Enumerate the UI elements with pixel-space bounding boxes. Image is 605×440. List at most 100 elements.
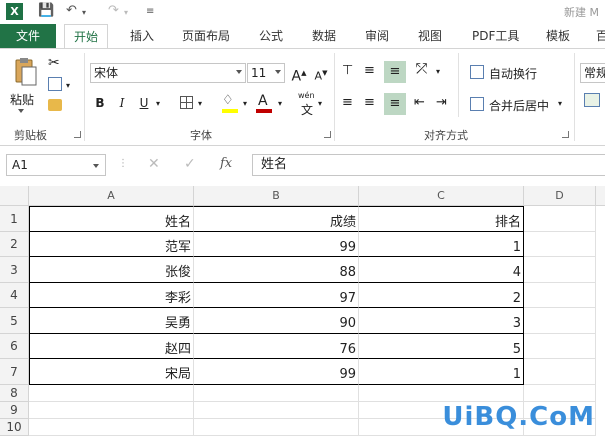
accounting-format-icon[interactable] — [584, 93, 600, 107]
cell-a5[interactable]: 吴勇 — [29, 308, 194, 334]
cell-c3[interactable]: 4 — [359, 257, 524, 283]
borders-dropdown-icon[interactable]: ▾ — [198, 99, 202, 108]
align-bottom-icon[interactable]: ≡ — [384, 61, 406, 83]
cell-b3[interactable]: 88 — [194, 257, 359, 283]
fill-color-icon[interactable]: ♢ — [222, 93, 234, 108]
cell-a3[interactable]: 张俊 — [29, 257, 194, 283]
row-header[interactable]: 6 — [0, 334, 29, 359]
cell-c5[interactable]: 3 — [359, 308, 524, 334]
cell-b9[interactable] — [194, 402, 359, 419]
increase-indent-icon[interactable]: ⇥ — [436, 95, 447, 110]
cell-c1[interactable]: 排名 — [359, 206, 524, 232]
cell-d6[interactable] — [524, 334, 596, 359]
cell-b6[interactable]: 76 — [194, 334, 359, 359]
italic-button[interactable]: I — [114, 93, 130, 113]
row-header[interactable]: 3 — [0, 257, 29, 283]
enter-icon[interactable]: ✓ — [184, 156, 196, 172]
tab-pdf[interactable]: PDF工具 — [472, 24, 519, 48]
underline-dropdown-icon[interactable]: ▾ — [156, 99, 160, 108]
undo-icon[interactable]: ↶ — [66, 3, 77, 18]
cell-a7[interactable]: 宋局 — [29, 359, 194, 385]
tab-home[interactable]: 开始 — [64, 24, 108, 48]
cell-b5[interactable]: 90 — [194, 308, 359, 334]
cell-d5[interactable] — [524, 308, 596, 334]
font-color-icon[interactable]: A — [258, 93, 268, 109]
merge-dropdown-icon[interactable]: ▾ — [558, 99, 562, 108]
copy-icon[interactable] — [48, 77, 62, 91]
cell-b10[interactable] — [194, 419, 359, 436]
paste-dropdown-icon[interactable] — [18, 109, 24, 113]
cell-a8[interactable] — [29, 385, 194, 402]
redo-icon[interactable]: ↷ — [108, 3, 119, 18]
cell-d3[interactable] — [524, 257, 596, 283]
borders-icon[interactable] — [180, 96, 193, 109]
align-right-icon[interactable]: ≡ — [384, 93, 406, 115]
phonetic-button[interactable]: 文 — [301, 101, 313, 118]
cell-c7[interactable]: 1 — [359, 359, 524, 385]
tab-data[interactable]: 数据 — [312, 24, 336, 48]
row-header[interactable]: 9 — [0, 402, 29, 419]
cell-b4[interactable]: 97 — [194, 283, 359, 308]
column-header-b[interactable]: B — [194, 186, 359, 206]
insert-function-icon[interactable]: fx — [220, 156, 232, 171]
name-box[interactable]: A1 — [6, 154, 106, 176]
cell-b2[interactable]: 99 — [194, 232, 359, 257]
cell-d1[interactable] — [524, 206, 596, 232]
tab-file[interactable]: 文件 — [0, 24, 56, 48]
merge-center-button[interactable]: 合并后居中 — [489, 97, 549, 114]
clipboard-dialog-launcher[interactable] — [74, 131, 81, 138]
column-header-e[interactable] — [596, 186, 605, 206]
column-header-c[interactable]: C — [359, 186, 524, 206]
alignment-dialog-launcher[interactable] — [562, 131, 569, 138]
cell-a2[interactable]: 范军 — [29, 232, 194, 257]
cell-a6[interactable]: 赵四 — [29, 334, 194, 359]
tab-view[interactable]: 视图 — [418, 24, 442, 48]
row-header[interactable]: 10 — [0, 419, 29, 436]
cell-d8[interactable] — [524, 385, 596, 402]
font-color-dropdown-icon[interactable]: ▾ — [278, 99, 282, 108]
cell-c8[interactable] — [359, 385, 524, 402]
cell-a10[interactable] — [29, 419, 194, 436]
cell-b1[interactable]: 成绩 — [194, 206, 359, 232]
cell-c4[interactable]: 2 — [359, 283, 524, 308]
cell-a4[interactable]: 李彩 — [29, 283, 194, 308]
column-header-d[interactable]: D — [524, 186, 596, 206]
number-format-select[interactable]: 常规 — [580, 63, 605, 83]
copy-dropdown-icon[interactable]: ▾ — [66, 81, 70, 90]
cancel-icon[interactable]: ✕ — [148, 156, 160, 172]
font-dialog-launcher[interactable] — [324, 131, 331, 138]
bold-button[interactable]: B — [92, 93, 108, 113]
phonetic-dropdown-icon[interactable]: ▾ — [318, 99, 322, 108]
cell-b7[interactable]: 99 — [194, 359, 359, 385]
cell-b8[interactable] — [194, 385, 359, 402]
font-size-select[interactable]: 11 — [247, 63, 285, 83]
undo-dropdown-icon[interactable]: ▾ — [82, 8, 86, 17]
tab-review[interactable]: 审阅 — [365, 24, 389, 48]
customize-toolbar-icon[interactable]: ≡ — [146, 6, 154, 17]
save-icon[interactable]: 💾 — [38, 3, 54, 18]
row-header[interactable]: 2 — [0, 232, 29, 257]
cell-d2[interactable] — [524, 232, 596, 257]
row-header[interactable]: 5 — [0, 308, 29, 334]
format-painter-icon[interactable] — [48, 99, 62, 111]
row-header[interactable]: 7 — [0, 359, 29, 385]
fill-color-dropdown-icon[interactable]: ▾ — [243, 99, 247, 108]
cell-a9[interactable] — [29, 402, 194, 419]
shrink-font-button[interactable]: A▼ — [312, 63, 330, 83]
paste-icon[interactable] — [12, 57, 38, 87]
paste-label[interactable]: 粘贴 — [10, 91, 34, 108]
tab-more[interactable]: 百 — [596, 24, 605, 48]
formula-input[interactable]: 姓名 — [252, 154, 605, 176]
cell-c2[interactable]: 1 — [359, 232, 524, 257]
underline-button[interactable]: U — [136, 93, 152, 113]
cell-a1[interactable]: 姓名 — [29, 206, 194, 232]
cut-icon[interactable]: ✂ — [48, 55, 60, 71]
cell-d4[interactable] — [524, 283, 596, 308]
align-top-icon[interactable]: ⊤ — [342, 63, 353, 78]
font-name-select[interactable]: 宋体 — [90, 63, 246, 83]
wrap-text-button[interactable]: 自动换行 — [489, 65, 537, 82]
redo-dropdown-icon[interactable]: ▾ — [124, 8, 128, 17]
align-middle-icon[interactable]: ≡ — [364, 63, 375, 78]
cell-d7[interactable] — [524, 359, 596, 385]
column-header-a[interactable]: A — [29, 186, 194, 206]
